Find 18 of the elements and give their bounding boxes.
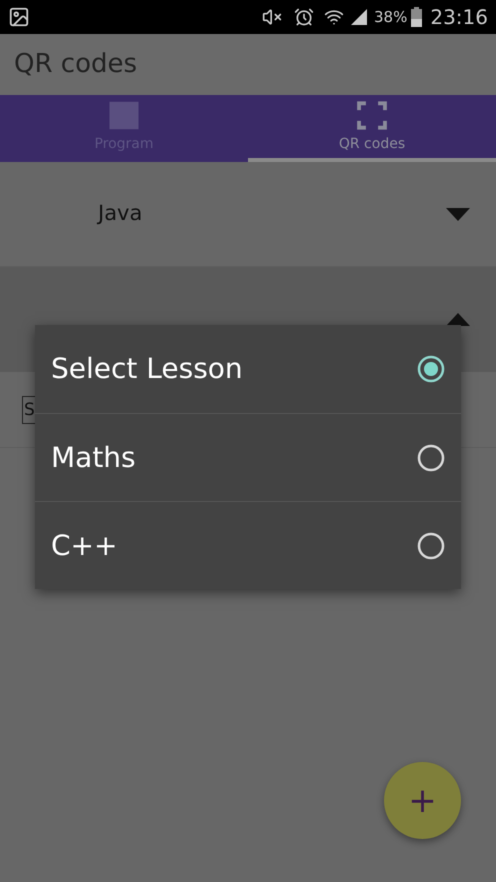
signal-icon xyxy=(350,8,368,26)
battery-text: 38% xyxy=(374,6,408,28)
app-title: QR codes xyxy=(14,48,138,81)
dialog-option[interactable]: Select Lesson xyxy=(35,325,461,413)
image-icon xyxy=(8,6,30,28)
dialog-option[interactable]: Maths xyxy=(35,413,461,501)
caret-up-icon xyxy=(446,313,470,326)
clock-text: 23:16 xyxy=(430,4,488,31)
alarm-icon xyxy=(294,7,314,27)
mute-icon xyxy=(262,7,282,27)
battery-icon xyxy=(411,7,422,27)
caret-down-icon xyxy=(446,208,470,220)
radio-button[interactable] xyxy=(417,355,445,383)
radio-button[interactable] xyxy=(417,444,445,472)
radio-button[interactable] xyxy=(417,532,445,560)
add-button[interactable]: + xyxy=(384,762,461,839)
dialog-option[interactable]: C++ xyxy=(35,501,461,589)
dropdown-value: Java xyxy=(98,201,142,226)
